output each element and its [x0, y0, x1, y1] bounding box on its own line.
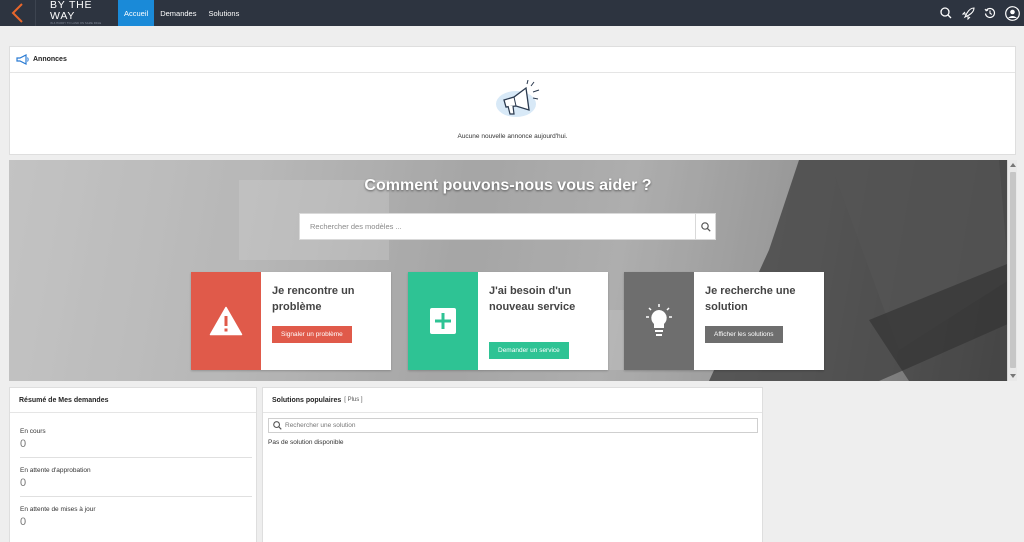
- search-icon: [273, 421, 282, 430]
- tab-solutions[interactable]: Solutions: [202, 0, 245, 26]
- request-service-button[interactable]: Demander un service: [489, 342, 569, 359]
- top-navbar: BY THE WAY IN A HURRY TO LAND ON SAME PA…: [0, 0, 1024, 26]
- summary-item-count: 0: [20, 438, 27, 450]
- find-solution-title: Je recherche une solution: [705, 285, 796, 313]
- chevron-left-icon: [11, 3, 23, 23]
- logo-tagline: IN A HURRY TO LAND ON SAME PAGE: [50, 22, 102, 25]
- summary-item-in-progress[interactable]: En cours 0: [20, 419, 252, 458]
- request-service-title: J'ai besoin d'un nouveau service: [489, 285, 576, 313]
- announcements-empty-text: Aucune nouvelle annonce aujourd'hui.: [457, 133, 568, 140]
- report-problem-button[interactable]: Signaler un problème: [272, 326, 352, 343]
- requests-summary-panel: Résumé de Mes demandes En cours 0 En att…: [9, 387, 257, 542]
- report-problem-card[interactable]: Je rencontre un problème Signaler un pro…: [191, 272, 391, 370]
- template-search-button[interactable]: [695, 214, 715, 239]
- announcements-panel: Annonces Aucune nouvelle annonce aujourd…: [9, 46, 1016, 155]
- popular-solutions-panel: Solutions populaires [ Plus ] Pas de sol…: [262, 387, 763, 542]
- summary-item-count: 0: [20, 516, 27, 528]
- tab-demandes[interactable]: Demandes: [154, 0, 202, 26]
- back-button[interactable]: [0, 0, 36, 26]
- find-solution-button[interactable]: Afficher les solutions: [705, 326, 783, 343]
- app-logo[interactable]: BY THE WAY IN A HURRY TO LAND ON SAME PA…: [36, 0, 118, 26]
- lightbulb-icon: [624, 272, 694, 370]
- rocket-icon[interactable]: [960, 5, 976, 21]
- warning-icon: [191, 272, 261, 370]
- megaphone-icon: [16, 54, 29, 65]
- announcements-title: Annonces: [33, 56, 67, 63]
- announcements-header: Annonces: [10, 47, 1015, 73]
- search-icon[interactable]: [938, 5, 954, 21]
- user-avatar-icon[interactable]: [1004, 5, 1020, 21]
- summary-item-awaiting-updates[interactable]: En attente de mises à jour 0: [20, 497, 252, 536]
- hero-title: Comment pouvons-nous vous aider ?: [364, 177, 652, 194]
- summary-item-label: En attente d'approbation: [20, 467, 91, 474]
- solutions-empty-text: Pas de solution disponible: [268, 439, 344, 446]
- solutions-title: Solutions populaires: [272, 396, 342, 404]
- template-search-input[interactable]: [300, 214, 696, 239]
- solution-search-box: [268, 418, 758, 433]
- scroll-thumb[interactable]: [1010, 172, 1016, 368]
- hero-scrollbar[interactable]: [1007, 160, 1017, 381]
- summary-item-label: En attente de mises à jour: [20, 506, 96, 513]
- summary-title: Résumé de Mes demandes: [10, 388, 256, 413]
- solution-search-input[interactable]: [285, 422, 745, 429]
- template-search-box: [299, 213, 716, 240]
- megaphone-illustration-icon: [494, 79, 542, 122]
- hero-banner: Comment pouvons-nous vous aider ? Je ren…: [9, 160, 1017, 381]
- plus-icon: [408, 272, 478, 370]
- summary-item-label: En cours: [20, 428, 46, 435]
- tab-accueil[interactable]: Accueil: [118, 0, 155, 26]
- scroll-up-icon[interactable]: [1010, 163, 1016, 167]
- request-service-card[interactable]: J'ai besoin d'un nouveau service Demande…: [408, 272, 608, 370]
- solutions-more-link[interactable]: [ Plus ]: [344, 397, 362, 403]
- summary-item-awaiting-approval[interactable]: En attente d'approbation 0: [20, 458, 252, 497]
- logo-text: BY THE WAY: [50, 0, 93, 22]
- solutions-header: Solutions populaires [ Plus ]: [263, 388, 762, 413]
- history-icon[interactable]: [982, 5, 998, 21]
- summary-item-count: 0: [20, 477, 27, 489]
- scroll-down-icon[interactable]: [1010, 374, 1016, 378]
- search-icon: [700, 221, 711, 232]
- find-solution-card[interactable]: Je recherche une solution Afficher les s…: [624, 272, 824, 370]
- report-problem-title: Je rencontre un problème: [272, 285, 355, 313]
